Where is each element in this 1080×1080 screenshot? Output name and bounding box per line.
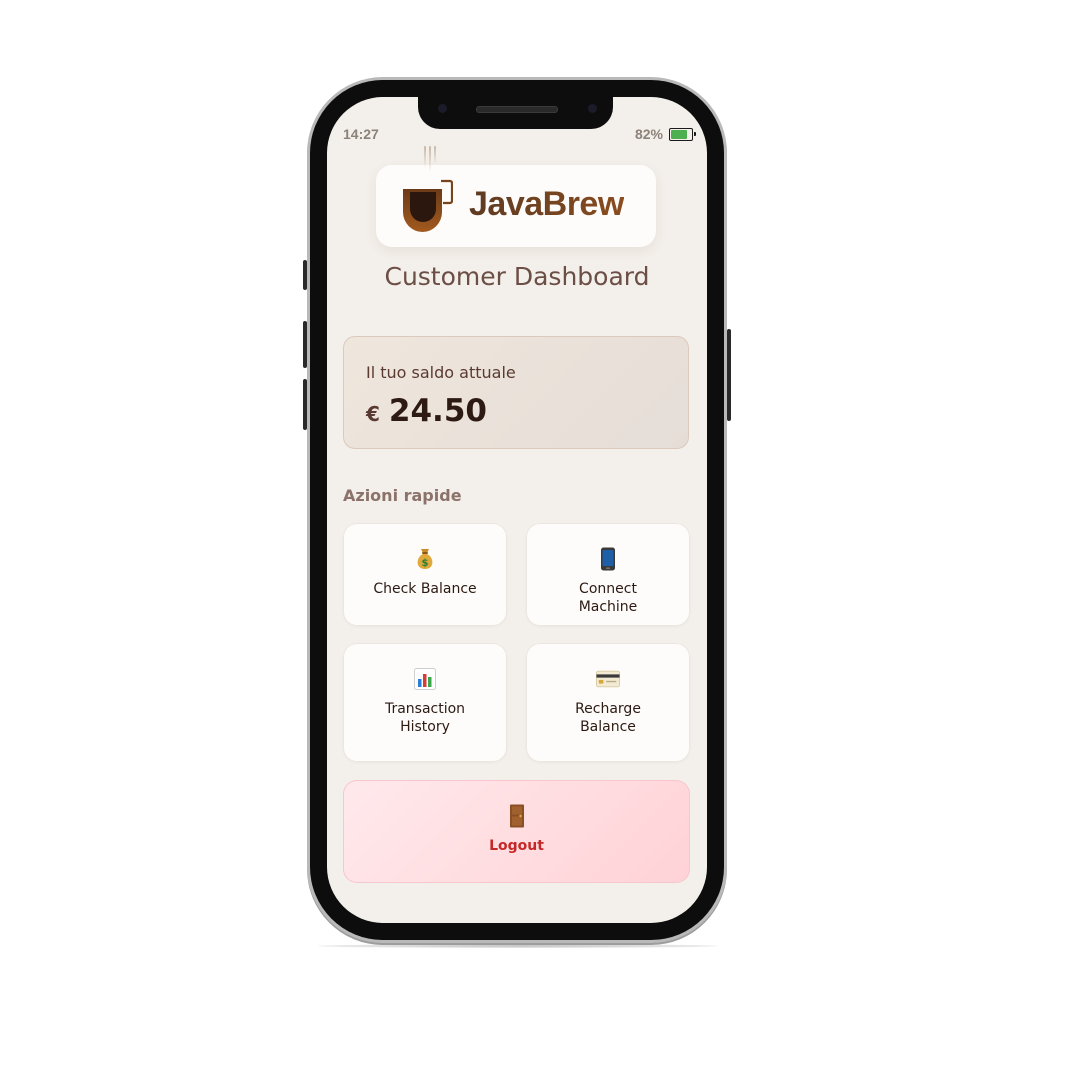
page-title: Customer Dashboard [384,262,650,291]
balance-value: € 24.50 [366,393,487,429]
status-right: 82% [634,126,696,142]
transaction-history-label: Transaction History [384,701,466,735]
brand-name: JavaBrew [469,185,624,223]
recharge-balance-label: Recharge Balance [575,701,641,735]
earpiece-speaker [476,106,558,113]
check-balance-label: Check Balance [373,581,477,597]
recharge-balance-button[interactable]: Recharge Balance [526,643,690,762]
balance-label: Il tuo saldo attuale [366,363,516,382]
quick-actions-title: Azioni rapide [343,486,462,505]
check-balance-button[interactable]: $ Check Balance [343,523,507,626]
volume-down-button [303,379,307,430]
front-camera [438,104,447,113]
status-time: 14:27 [343,126,379,142]
logout-label: Logout [489,838,544,854]
money-bag-icon: $ [413,547,437,571]
phone-screen: 14:27 82% JavaBrew Customer Dashboard Il… [327,97,707,923]
door-icon [505,804,529,828]
connect-machine-button[interactable]: Connect Machine [526,523,690,626]
transaction-history-button[interactable]: Transaction History [343,643,507,762]
svg-text:$: $ [422,558,429,569]
logout-button[interactable]: Logout [343,780,690,883]
notch [418,97,613,129]
phone-shadow [318,944,718,948]
power-button [727,329,731,421]
sensor [588,104,597,113]
silent-switch [303,260,307,290]
balance-card: Il tuo saldo attuale € 24.50 [343,336,689,449]
currency-symbol: € [366,402,380,426]
battery-level [671,129,688,139]
logo-card: JavaBrew [376,146,656,247]
battery-icon [669,127,696,141]
battery-percentage: 82% [634,126,663,142]
bar-chart-icon [413,667,437,691]
connect-machine-label: Connect Machine [578,581,638,615]
balance-amount: 24.50 [388,393,487,429]
volume-up-button [303,321,307,368]
coffee-cup-icon [403,179,453,232]
mobile-phone-icon [596,547,620,571]
steam-icon [422,146,438,172]
credit-card-icon [596,667,620,691]
